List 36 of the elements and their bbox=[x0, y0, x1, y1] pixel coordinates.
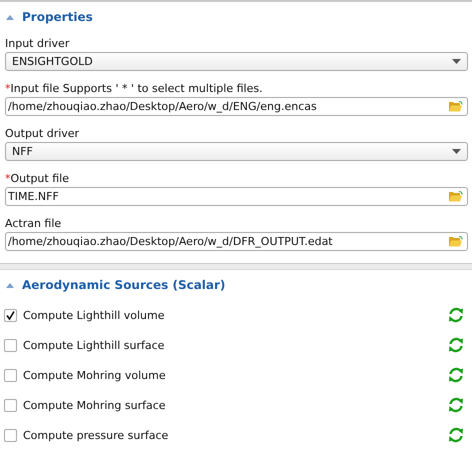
field-label: Actran file bbox=[5, 216, 62, 230]
option-label: Compute Mohring surface bbox=[23, 398, 167, 412]
field-label: Input driver bbox=[5, 36, 70, 50]
option-label: Compute pressure surface bbox=[23, 428, 170, 442]
folder-icon[interactable] bbox=[448, 190, 463, 203]
collapse-icon[interactable] bbox=[6, 282, 14, 288]
dropdown[interactable]: NFF bbox=[5, 142, 468, 161]
checkbox[interactable] bbox=[4, 368, 17, 382]
field-label: Output driver bbox=[5, 126, 80, 140]
refresh-icon[interactable] bbox=[447, 366, 465, 384]
option-label: Compute Lighthill surface bbox=[23, 338, 166, 352]
option-label: Compute Mohring volume bbox=[23, 368, 167, 382]
caret-icon bbox=[452, 59, 461, 64]
checkbox[interactable] bbox=[4, 428, 17, 442]
field-label: Output file bbox=[10, 172, 69, 184]
path-field[interactable]: /home/zhouqiao.zhao/Desktop/Aero/w_d/DFR_OUTPUT.edat bbox=[5, 232, 468, 251]
folder-icon[interactable] bbox=[448, 100, 463, 113]
path-field[interactable]: /home/zhouqiao.zhao/Desktop/Aero/w_d/ENG/eng.encas bbox=[5, 97, 468, 116]
section-title[interactable]: Aerodynamic Sources (Scalar) bbox=[22, 278, 226, 292]
dropdown[interactable]: ENSIGHTGOLD bbox=[5, 52, 468, 71]
refresh-icon[interactable] bbox=[447, 336, 465, 354]
required-mark: * bbox=[5, 172, 10, 184]
section-title[interactable]: Properties bbox=[22, 10, 93, 24]
checkbox[interactable] bbox=[4, 338, 17, 352]
required-mark: * bbox=[5, 82, 10, 94]
refresh-icon[interactable] bbox=[447, 396, 465, 414]
refresh-icon[interactable] bbox=[447, 306, 465, 324]
refresh-icon[interactable] bbox=[447, 426, 465, 444]
checkbox[interactable] bbox=[4, 308, 17, 322]
field-label: Input file Supports ' * ' to select multiple files. bbox=[10, 82, 263, 94]
caret-icon bbox=[452, 149, 461, 154]
checkbox[interactable] bbox=[4, 398, 17, 412]
collapse-icon[interactable] bbox=[6, 14, 14, 20]
option-label: Compute Lighthill volume bbox=[23, 308, 166, 322]
folder-icon[interactable] bbox=[448, 235, 463, 248]
path-field[interactable]: TIME.NFF bbox=[5, 187, 468, 206]
